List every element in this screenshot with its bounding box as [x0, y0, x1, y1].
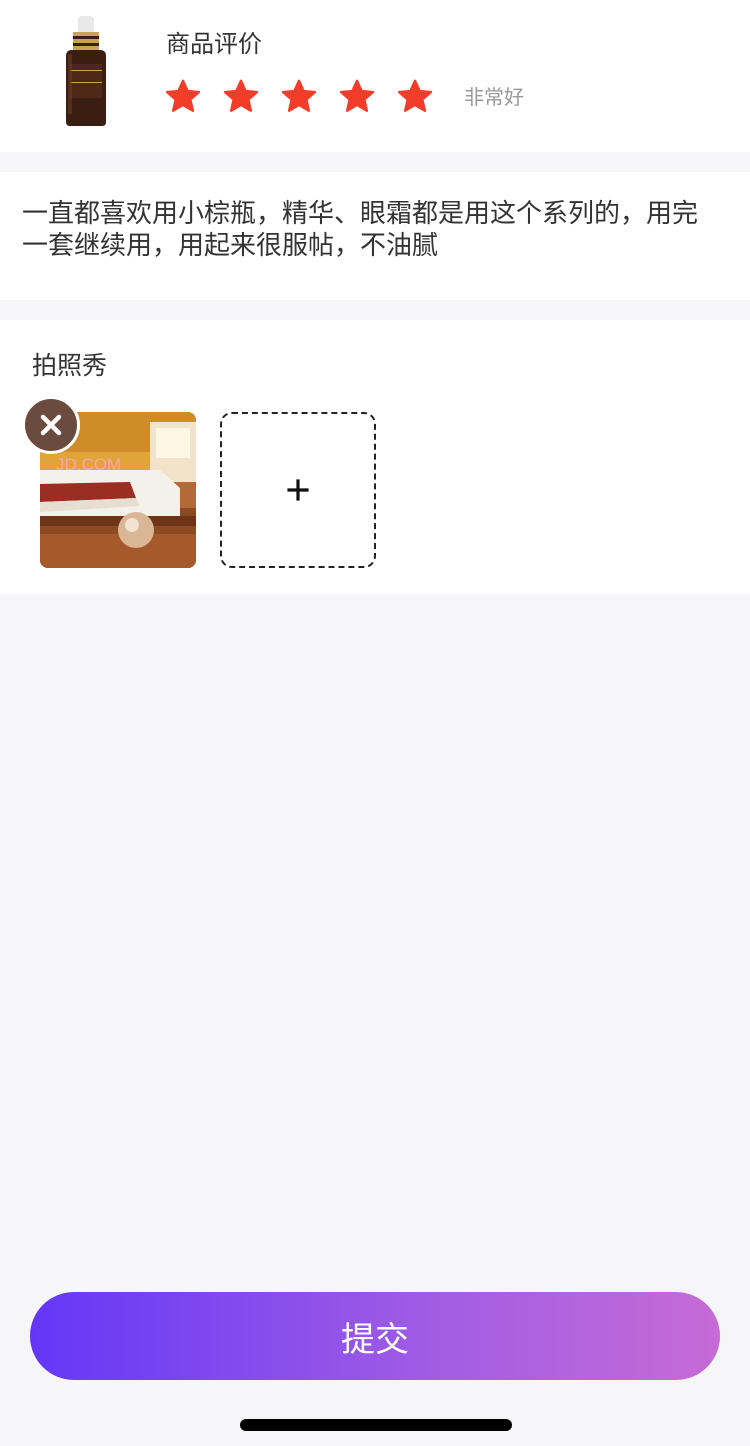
photo-section-title: 拍照秀 [32, 351, 108, 380]
star-rating[interactable] [164, 78, 454, 116]
home-indicator [240, 1419, 512, 1431]
product-rating-card: 商品评价 非常好 [0, 0, 750, 152]
photo-watermark: JD.COM [56, 455, 121, 474]
star-icon[interactable] [164, 78, 202, 116]
star-icon[interactable] [280, 78, 318, 116]
star-icon[interactable] [222, 78, 260, 116]
review-card: 一直都喜欢用小棕瓶，精华、眼霜都是用这个系列的，用完一套继续用，用起来很服帖，不… [0, 172, 750, 300]
product-image [40, 12, 132, 130]
add-photo-button[interactable] [220, 412, 376, 568]
remove-photo-button[interactable] [22, 396, 80, 454]
serum-bottle-image [66, 16, 106, 126]
rating-label: 非常好 [464, 85, 524, 109]
rating-title: 商品评价 [166, 30, 262, 58]
star-icon[interactable] [338, 78, 376, 116]
submit-button[interactable]: 提交 [30, 1292, 720, 1380]
photo-upload-section: 拍照秀 JD.COM [0, 320, 750, 594]
close-icon [40, 414, 62, 436]
review-textarea[interactable]: 一直都喜欢用小棕瓶，精华、眼霜都是用这个系列的，用完一套继续用，用起来很服帖，不… [22, 198, 722, 262]
plus-icon [287, 479, 309, 501]
star-icon[interactable] [396, 78, 434, 116]
